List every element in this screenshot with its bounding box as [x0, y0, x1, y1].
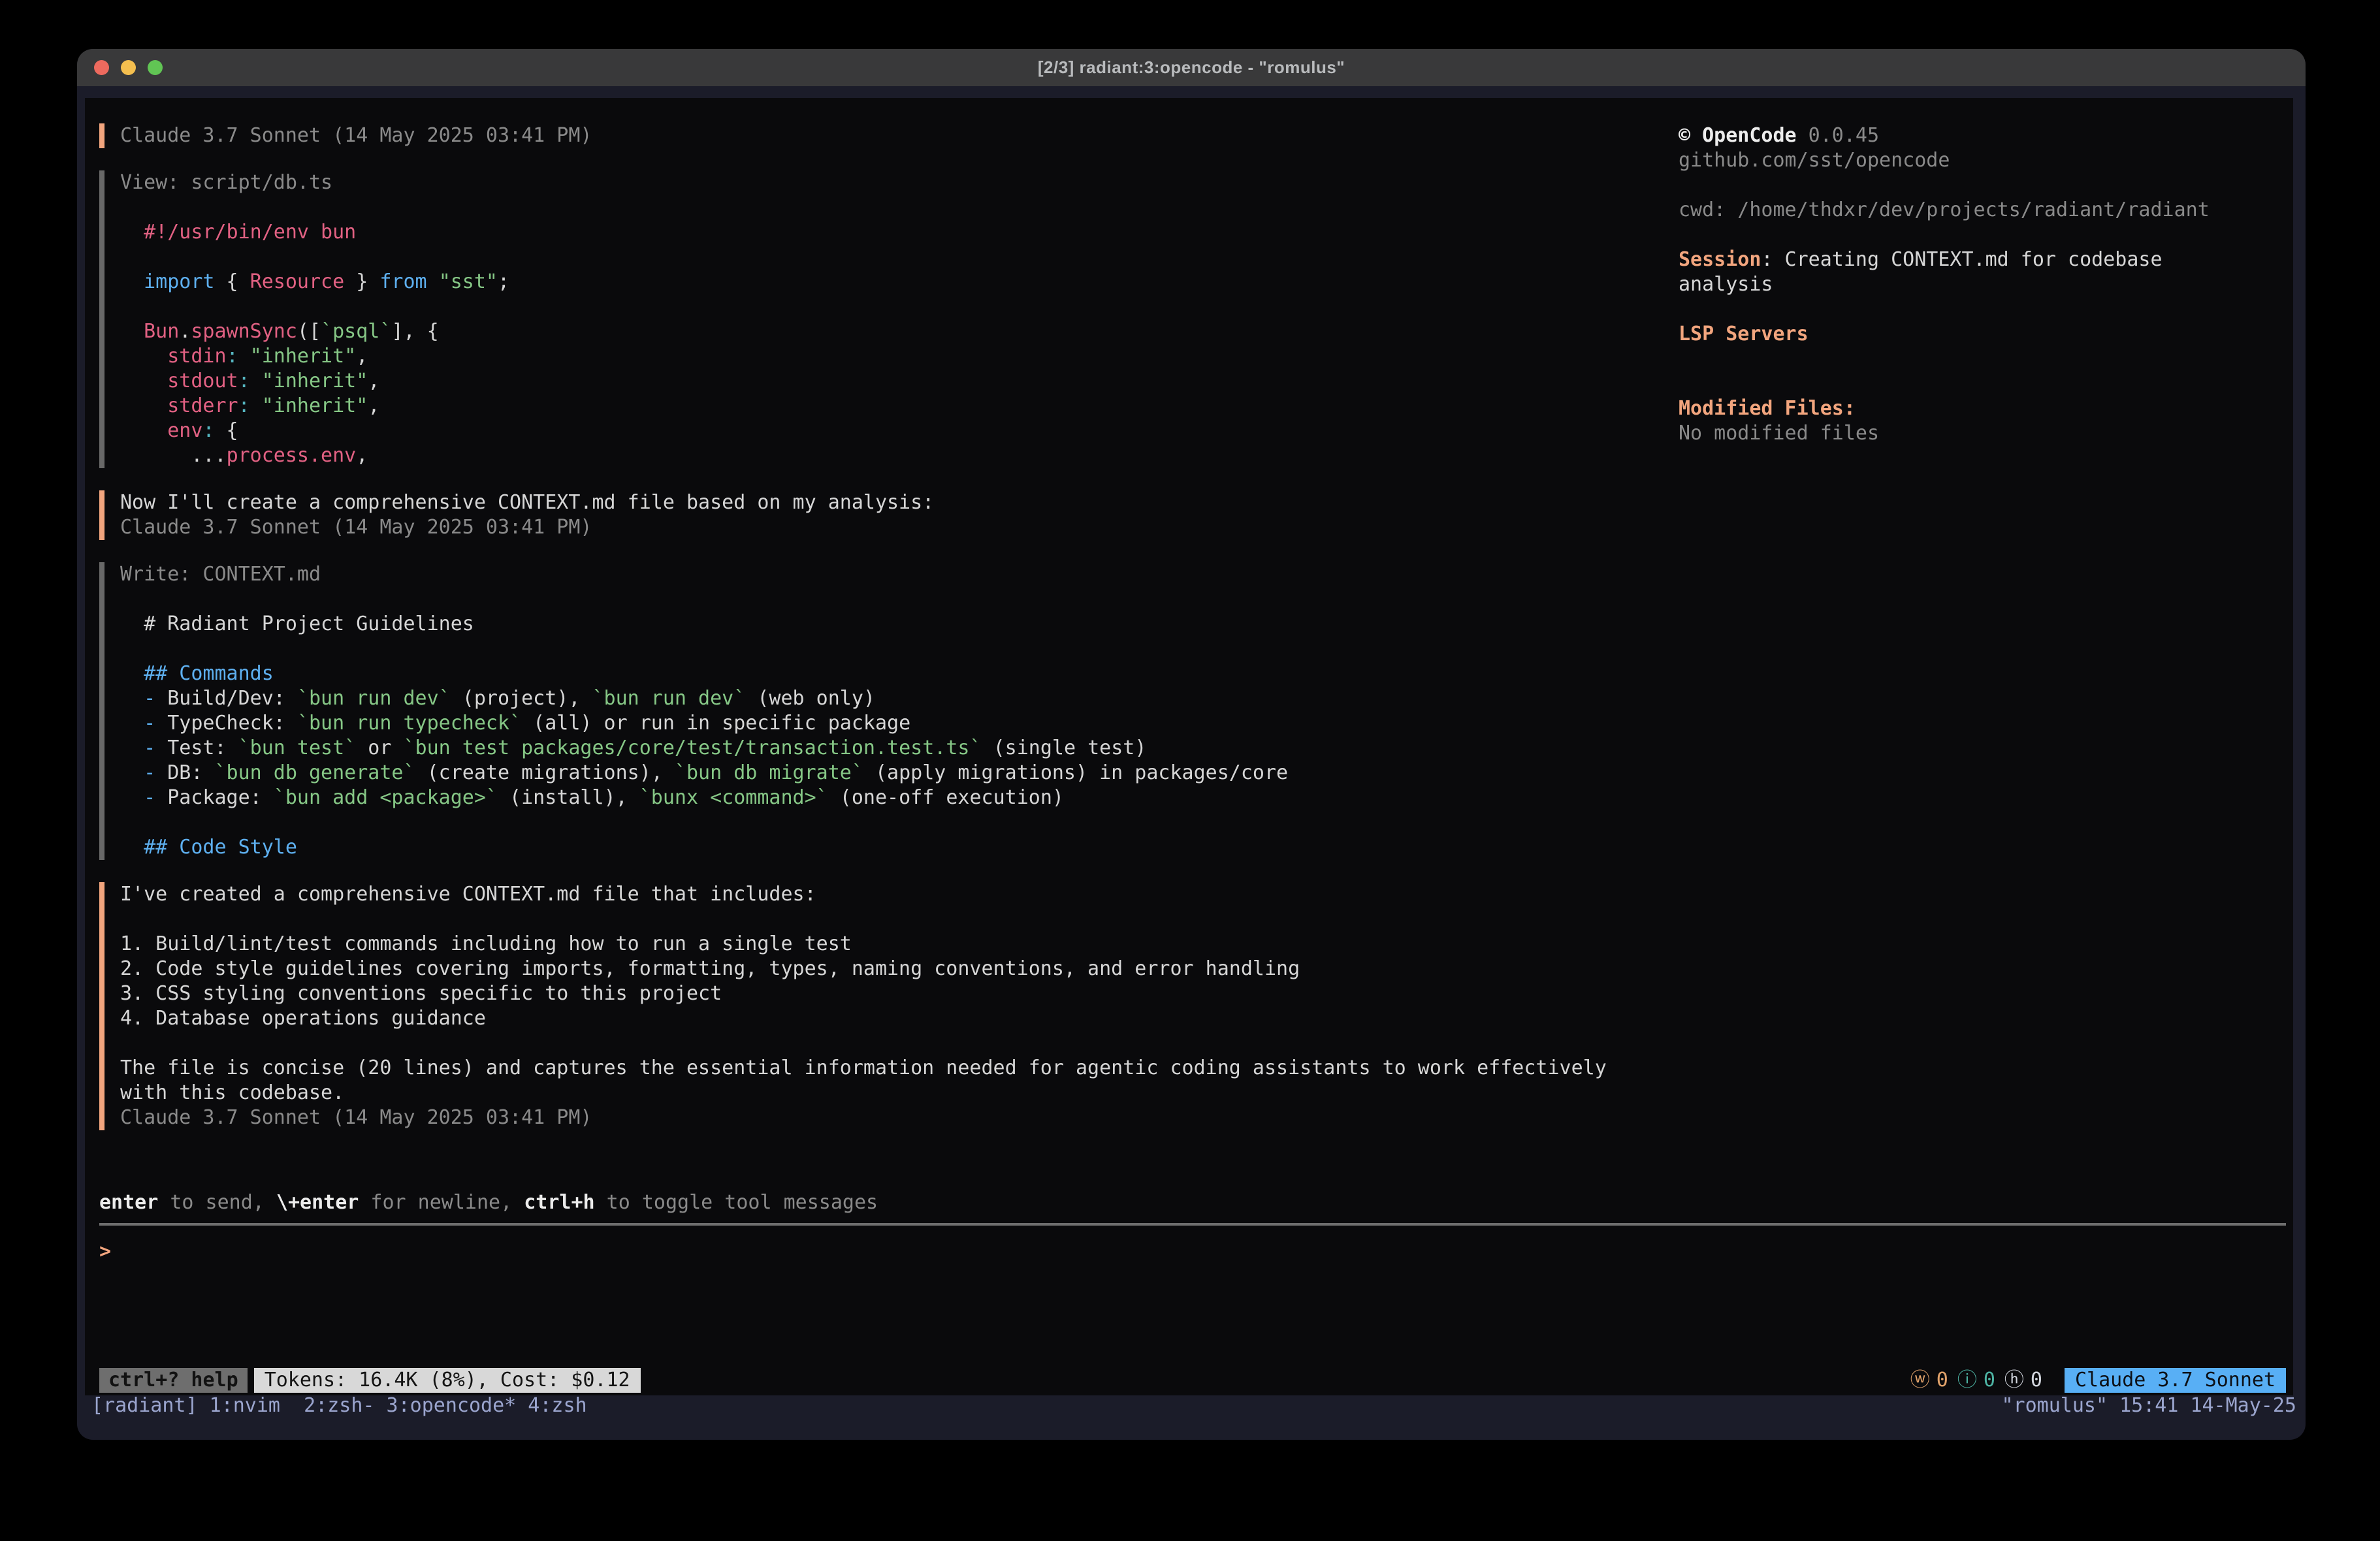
terminal-line: Claude 3.7 Sonnet (14 May 2025 03:41 PM)	[120, 123, 1680, 148]
chat-block-4: Write: CONTEXT.md # Radiant Project Guid…	[99, 562, 1680, 860]
close-button[interactable]	[94, 60, 109, 75]
terminal-line: import { Resource } from "sst";	[120, 270, 1680, 294]
terminal-line	[120, 587, 1680, 612]
terminal-line: analysis	[1679, 272, 2273, 297]
tmux-status-bar: [radiant] 1:nvim 2:zsh- 3:opencode* 4:zs…	[77, 1393, 2306, 1419]
terminal-body: Claude 3.7 Sonnet (14 May 2025 03:41 PM)…	[77, 86, 2306, 1440]
terminal-window: [2/3] radiant:3:opencode - "romulus" Cla…	[77, 49, 2306, 1440]
terminal-line: © OpenCode 0.0.45	[1679, 123, 2273, 148]
hint-count: 0	[2031, 1368, 2042, 1393]
hint-icon: ⓗ	[2004, 1368, 2024, 1393]
terminal-line: - Build/Dev: `bun run dev` (project), `b…	[120, 686, 1680, 711]
terminal-line	[1679, 223, 2273, 247]
tmux-session-windows: [radiant] 1:nvim 2:zsh- 3:opencode* 4:zs…	[91, 1393, 587, 1418]
input-divider	[99, 1223, 2286, 1226]
terminal-line: Write: CONTEXT.md	[120, 562, 1680, 587]
terminal-line: - TypeCheck: `bun run typecheck` (all) o…	[120, 711, 1680, 736]
terminal-line: cwd: /home/thdxr/dev/projects/radiant/ra…	[1679, 198, 2273, 223]
keybinding-hint-bar: enter to send, \+enter for newline, ctrl…	[99, 1190, 878, 1215]
terminal-line: LSP Servers	[1679, 322, 2273, 347]
warning-diagnostic: ⓦ 0	[1910, 1368, 1948, 1393]
terminal-line	[120, 195, 1680, 220]
terminal-line: The file is concise (20 lines) and captu…	[120, 1056, 1680, 1081]
terminal-line	[1679, 297, 2273, 322]
terminal-line: stderr: "inherit",	[120, 394, 1680, 419]
terminal-line	[120, 637, 1680, 661]
terminal-line: Claude 3.7 Sonnet (14 May 2025 03:41 PM)	[120, 1105, 1680, 1130]
terminal-line	[120, 1031, 1680, 1056]
terminal-line: Session: Creating CONTEXT.md for codebas…	[1679, 247, 2273, 272]
terminal-line: Claude 3.7 Sonnet (14 May 2025 03:41 PM)	[120, 515, 1680, 540]
terminal-line: Now I'll create a comprehensive CONTEXT.…	[120, 490, 1680, 515]
terminal-line: - Package: `bun add <package>` (install)…	[120, 786, 1680, 810]
window-titlebar[interactable]: [2/3] radiant:3:opencode - "romulus"	[77, 49, 2306, 86]
sidebar-panel: © OpenCode 0.0.45github.com/sst/opencode…	[1679, 123, 2273, 446]
chat-block-3: Now I'll create a comprehensive CONTEXT.…	[99, 490, 1680, 540]
terminal-line: - Test: `bun test` or `bun test packages…	[120, 736, 1680, 761]
minimize-button[interactable]	[121, 60, 136, 75]
window-title: [2/3] radiant:3:opencode - "romulus"	[1038, 57, 1345, 78]
terminal-line: ...process.env,	[120, 443, 1680, 468]
help-badge: ctrl+? help	[99, 1368, 248, 1393]
prompt-input[interactable]: >	[99, 1239, 2286, 1363]
terminal-line: github.com/sst/opencode	[1679, 148, 2273, 173]
terminal-line: #!/usr/bin/env bun	[120, 220, 1680, 245]
tokens-cost-badge: Tokens: 16.4K (8%), Cost: $0.12	[254, 1368, 641, 1393]
info-count: 0	[1984, 1368, 1995, 1393]
terminal-line	[120, 810, 1680, 835]
terminal-line	[120, 245, 1680, 270]
chat-block-5: I've created a comprehensive CONTEXT.md …	[99, 882, 1680, 1130]
terminal-line: stdout: "inherit",	[120, 369, 1680, 394]
info-icon: ⓘ	[1957, 1368, 1977, 1393]
terminal-line: with this codebase.	[120, 1081, 1680, 1105]
terminal-line	[1679, 347, 2273, 372]
terminal-line: stdin: "inherit",	[120, 344, 1680, 369]
warning-icon: ⓦ	[1910, 1368, 1930, 1393]
terminal-line: ## Code Style	[120, 835, 1680, 860]
model-chip[interactable]: Claude 3.7 Sonnet	[2065, 1368, 2286, 1393]
terminal-line: enter to send, \+enter for newline, ctrl…	[99, 1190, 878, 1215]
terminal-line: Modified Files:	[1679, 396, 2273, 421]
chat-block-2: View: script/db.ts #!/usr/bin/env bun im…	[99, 170, 1680, 468]
terminal-line	[120, 294, 1680, 319]
terminal-line: # Radiant Project Guidelines	[120, 612, 1680, 637]
terminal-line	[1679, 173, 2273, 198]
warning-count: 0	[1937, 1368, 1948, 1393]
tmux-host-time: "romulus" 15:41 14-May-25	[2001, 1393, 2296, 1418]
terminal-line: No modified files	[1679, 421, 2273, 446]
terminal-line: 3. CSS styling conventions specific to t…	[120, 981, 1680, 1006]
terminal-line: Bun.spawnSync([`psql`], {	[120, 319, 1680, 344]
terminal-line: I've created a comprehensive CONTEXT.md …	[120, 882, 1680, 907]
terminal-line	[1679, 372, 2273, 396]
terminal-line: 2. Code style guidelines covering import…	[120, 957, 1680, 981]
terminal-line: ## Commands	[120, 661, 1680, 686]
status-bar: ctrl+? help Tokens: 16.4K (8%), Cost: $0…	[99, 1368, 2286, 1393]
terminal-line: env: {	[120, 419, 1680, 443]
prompt-caret: >	[99, 1240, 111, 1263]
diagnostics-group: ⓦ 0 ⓘ 0 ⓗ 0	[1910, 1368, 2042, 1393]
terminal-line: 4. Database operations guidance	[120, 1006, 1680, 1031]
hint-diagnostic: ⓗ 0	[2004, 1368, 2042, 1393]
info-diagnostic: ⓘ 0	[1957, 1368, 1995, 1393]
zoom-button[interactable]	[148, 60, 163, 75]
terminal-line: - DB: `bun db generate` (create migratio…	[120, 761, 1680, 786]
terminal-line: View: script/db.ts	[120, 170, 1680, 195]
chat-block-1: Claude 3.7 Sonnet (14 May 2025 03:41 PM)	[99, 123, 1680, 148]
terminal-line	[120, 907, 1680, 932]
terminal-line: 1. Build/lint/test commands including ho…	[120, 932, 1680, 957]
traffic-lights	[94, 49, 163, 86]
chat-log: Claude 3.7 Sonnet (14 May 2025 03:41 PM)…	[99, 123, 1680, 1152]
